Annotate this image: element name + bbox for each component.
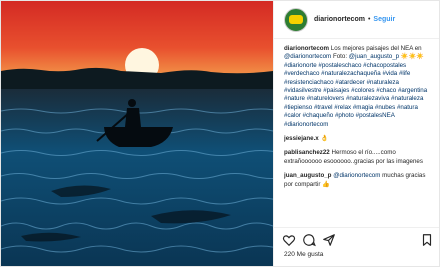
caption-text: Los mejores paisajes del NEA en — [330, 45, 422, 52]
divider — [274, 227, 439, 228]
hashtag-link[interactable]: #vida — [382, 70, 397, 77]
hashtag-link[interactable]: #magia — [353, 104, 373, 111]
post-sidebar: diarionortecom • Seguir diarionortecom L… — [273, 1, 439, 266]
hashtag-link[interactable]: #postalesNEA — [356, 112, 395, 119]
post-header: diarionortecom • Seguir — [274, 1, 439, 39]
caption-hashtags: #diarionorte #postaleschaco #chacopostal… — [284, 62, 427, 128]
hashtag-link[interactable]: #travel — [314, 104, 333, 111]
hashtag-link[interactable]: #naturaleza — [367, 79, 399, 86]
list-item: pablisanchez22 Hermoso el río.....como e… — [284, 149, 434, 166]
likes-count[interactable]: 220 Me gusta — [284, 251, 323, 258]
hashtag-link[interactable]: #calor — [284, 112, 301, 119]
heart-icon[interactable] — [282, 233, 296, 247]
comments-list: diarionortecom Los mejores paisajes del … — [284, 45, 434, 215]
hashtag-link[interactable]: #vidasilvestre — [284, 87, 322, 94]
bookmark-icon[interactable] — [420, 233, 434, 247]
comment-username[interactable]: pablisanchez22 — [284, 149, 330, 156]
sun-emoji-icon: ☀️☀️☀️ — [400, 53, 424, 61]
hashtag-link[interactable]: #chaqueño — [303, 112, 334, 119]
header-username[interactable]: diarionortecom — [314, 16, 365, 23]
sunset-boat-image — [1, 1, 273, 266]
hashtag-link[interactable]: #resistenciachaco — [284, 79, 334, 86]
post-photo[interactable] — [1, 1, 273, 266]
hashtag-link[interactable]: #colores — [351, 87, 374, 94]
hashtag-link[interactable]: #chacopostales — [363, 62, 406, 69]
hashtag-link[interactable]: #paisajes — [323, 87, 349, 94]
hashtag-link[interactable]: #naturaleza — [391, 95, 423, 102]
share-icon[interactable] — [322, 233, 336, 247]
hashtag-link[interactable]: #diarionortecom — [284, 121, 328, 128]
hashtag-link[interactable]: #life — [399, 70, 410, 77]
caption: diarionortecom Los mejores paisajes del … — [284, 45, 434, 129]
list-item: juan_augusto_p @diarionortecom muchas gr… — [284, 172, 434, 189]
hashtag-link[interactable]: #natura — [397, 104, 418, 111]
hashtag-link[interactable]: #naturelovers — [307, 95, 345, 102]
caption-mention[interactable]: @diarionortecom — [284, 53, 331, 60]
hashtag-link[interactable]: #argentina — [398, 87, 427, 94]
hashtag-link[interactable]: #postaleschaco — [318, 62, 361, 69]
hashtag-link[interactable]: #nature — [284, 95, 305, 102]
list-item: jessiejane.x 👌 — [284, 135, 434, 143]
hashtag-link[interactable]: #tiepienso — [284, 104, 312, 111]
instagram-post: diarionortecom • Seguir diarionortecom L… — [0, 0, 440, 267]
comment-username[interactable]: juan_augusto_p — [284, 172, 331, 179]
comment-username[interactable]: jessiejane.x — [284, 135, 319, 142]
hashtag-link[interactable]: #naturalezachaqueña — [321, 70, 381, 77]
avatar[interactable] — [284, 7, 308, 32]
comment-icon[interactable] — [302, 233, 316, 247]
hashtag-link[interactable]: #photo — [335, 112, 354, 119]
separator-dot: • — [367, 16, 371, 23]
caption-username[interactable]: diarionortecom — [284, 45, 329, 52]
logo-icon — [289, 15, 303, 24]
hashtag-link[interactable]: #diarionorte — [284, 62, 317, 69]
caption-mention-photographer[interactable]: @juan_augusto_p — [349, 53, 399, 60]
caption-photo-label: Foto: — [332, 53, 348, 61]
follow-button[interactable]: Seguir — [373, 16, 395, 23]
hashtag-link[interactable]: #atardecer — [335, 79, 365, 86]
hashtag-link[interactable]: #verdechaco — [284, 70, 319, 77]
hashtag-link[interactable]: #chaco — [376, 87, 396, 94]
hashtag-link[interactable]: #nubes — [375, 104, 395, 111]
comment-mention[interactable]: @diarionortecom — [333, 172, 380, 179]
comment-text: 👌 — [320, 135, 329, 143]
action-bar — [274, 233, 439, 247]
hashtag-link[interactable]: #naturalezaviva — [346, 95, 389, 102]
hashtag-link[interactable]: #relax — [334, 104, 351, 111]
